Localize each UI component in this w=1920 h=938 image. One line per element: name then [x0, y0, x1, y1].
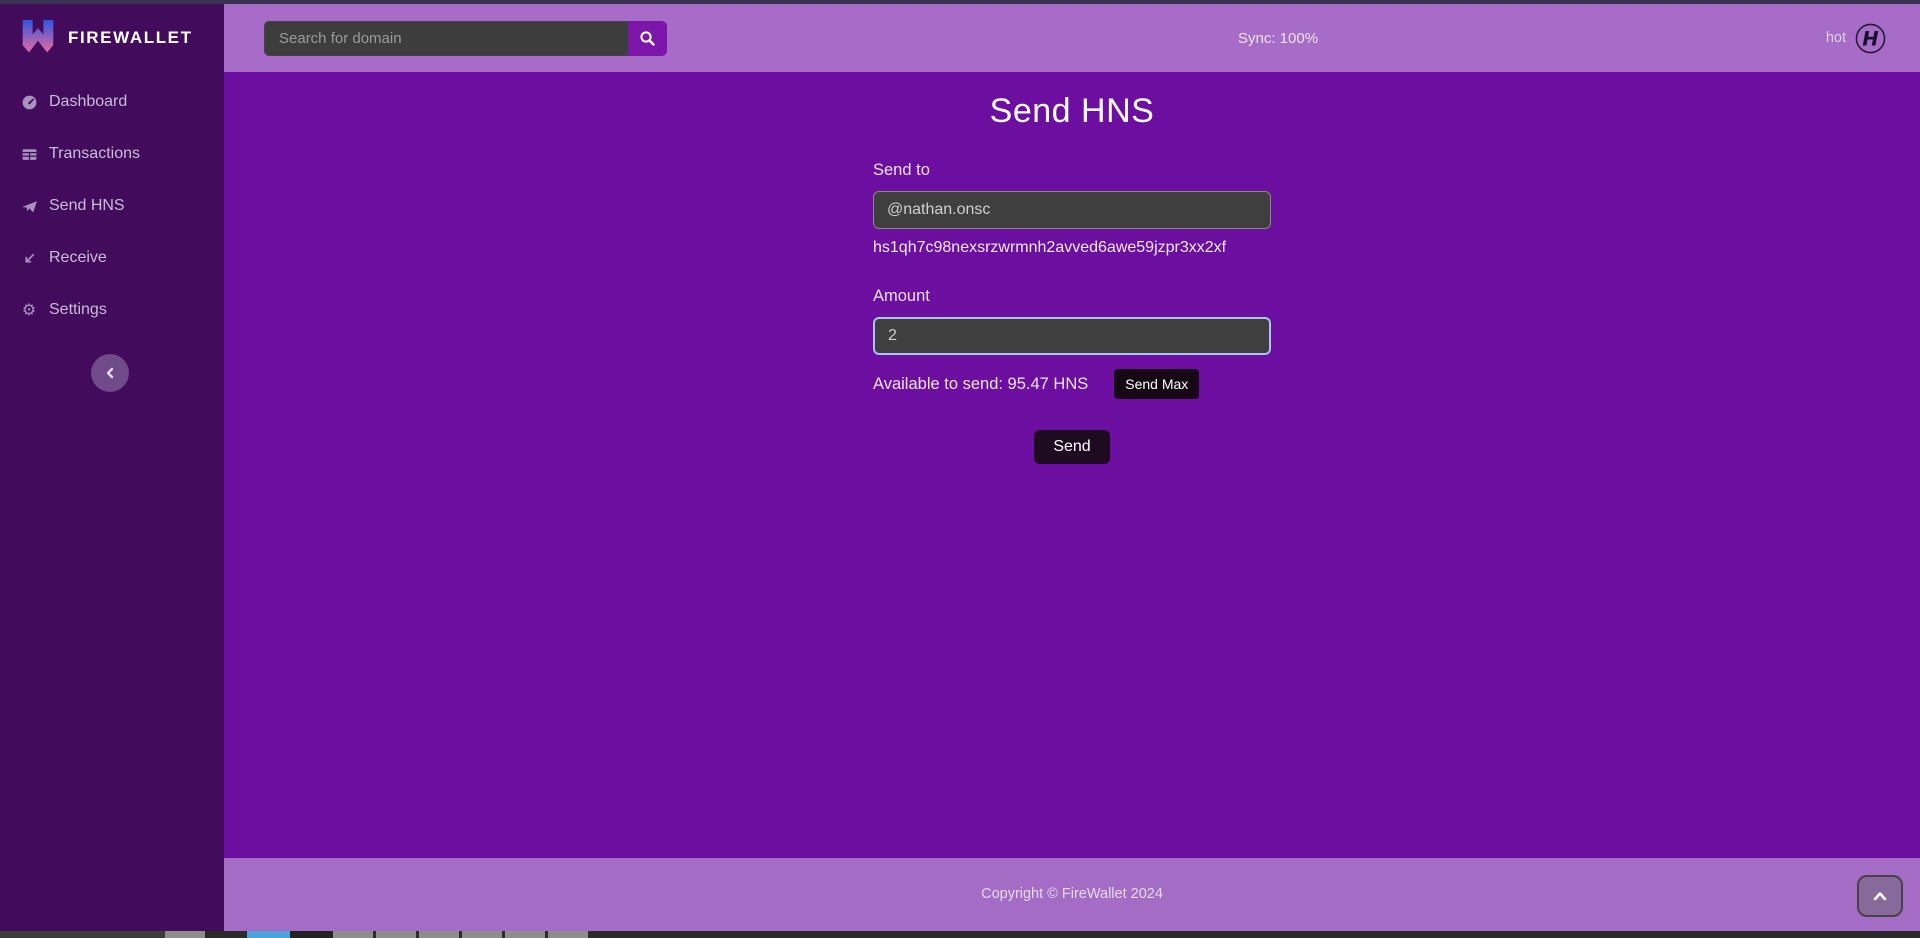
- receive-icon: [20, 249, 38, 267]
- sidebar-item-label: Send HNS: [49, 197, 125, 215]
- sync-status: Sync: 100%: [1238, 4, 1318, 72]
- sidebar-item-receive[interactable]: Receive: [0, 232, 224, 284]
- wallet-selector[interactable]: hot H: [1826, 4, 1886, 72]
- taskbar-button[interactable]: [419, 931, 459, 938]
- chevron-left-icon: [104, 367, 116, 379]
- dashboard-icon: [20, 93, 38, 111]
- page-title: Send HNS: [224, 88, 1920, 134]
- brand-name: FIREWALLET: [68, 28, 193, 48]
- taskbar-segment: [0, 931, 165, 938]
- taskbar-button[interactable]: [165, 931, 205, 938]
- firewallet-logo-icon: [20, 18, 56, 58]
- search-input[interactable]: [264, 21, 628, 56]
- taskbar-button-active[interactable]: [247, 931, 290, 938]
- taskbar-button[interactable]: [548, 931, 588, 938]
- brand-header[interactable]: FIREWALLET: [0, 4, 224, 72]
- send-to-label: Send to: [873, 160, 1271, 180]
- sidebar-item-label: Transactions: [49, 145, 140, 163]
- available-balance-text: Available to send: 95.47 HNS: [873, 375, 1088, 394]
- amount-input[interactable]: [873, 317, 1271, 355]
- send-button[interactable]: Send: [1034, 430, 1109, 464]
- taskbar-sliver: [0, 931, 1920, 938]
- taskbar-button[interactable]: [376, 931, 416, 938]
- send-icon: [20, 197, 38, 215]
- sidebar-item-send-hns[interactable]: Send HNS: [0, 180, 224, 232]
- amount-label: Amount: [873, 286, 1271, 306]
- taskbar-button[interactable]: [505, 931, 545, 938]
- handshake-logo-icon: H: [1855, 23, 1886, 54]
- chevron-up-icon: [1873, 891, 1887, 901]
- send-form: Send to hs1qh7c98nexsrzwrmnh2avved6awe59…: [873, 160, 1271, 464]
- scroll-to-top-button[interactable]: [1857, 875, 1903, 917]
- sidebar-item-label: Receive: [49, 249, 107, 267]
- sidebar-item-settings[interactable]: ⚙ Settings: [0, 284, 224, 336]
- resolved-address: hs1qh7c98nexsrzwrmnh2avved6awe59jzpr3xx2…: [873, 238, 1271, 258]
- topbar: Sync: 100% hot H: [224, 4, 1920, 72]
- transactions-icon: [20, 145, 38, 163]
- svg-text:H: H: [1862, 27, 1878, 50]
- send-max-button[interactable]: Send Max: [1114, 369, 1199, 399]
- taskbar-button[interactable]: [462, 931, 502, 938]
- footer: Copyright © FireWallet 2024: [224, 858, 1920, 931]
- search-button[interactable]: [628, 21, 667, 56]
- settings-icon: ⚙: [20, 301, 38, 319]
- sidebar-item-label: Settings: [49, 301, 107, 319]
- sidebar-item-transactions[interactable]: Transactions: [0, 128, 224, 180]
- domain-search: [264, 21, 667, 56]
- wallet-name: hot: [1826, 30, 1846, 46]
- copyright-text: Copyright © FireWallet 2024: [224, 886, 1920, 902]
- search-icon: [639, 30, 656, 47]
- taskbar-button[interactable]: [333, 931, 373, 938]
- sidebar-item-label: Dashboard: [49, 93, 127, 111]
- send-to-input[interactable]: [873, 191, 1271, 229]
- main-content: Send HNS Send to hs1qh7c98nexsrzwrmnh2av…: [224, 72, 1920, 858]
- available-row: Available to send: 95.47 HNS Send Max: [873, 369, 1271, 399]
- taskbar-button[interactable]: [290, 931, 333, 938]
- sidebar-nav: Dashboard Transactions Send HNS Receive: [0, 76, 224, 336]
- firewallet-window: FIREWALLET Dashboard Transactions Send H…: [0, 0, 1920, 938]
- sidebar-collapse-button[interactable]: [91, 354, 129, 392]
- sidebar-item-dashboard[interactable]: Dashboard: [0, 76, 224, 128]
- sidebar: FIREWALLET Dashboard Transactions Send H…: [0, 4, 224, 931]
